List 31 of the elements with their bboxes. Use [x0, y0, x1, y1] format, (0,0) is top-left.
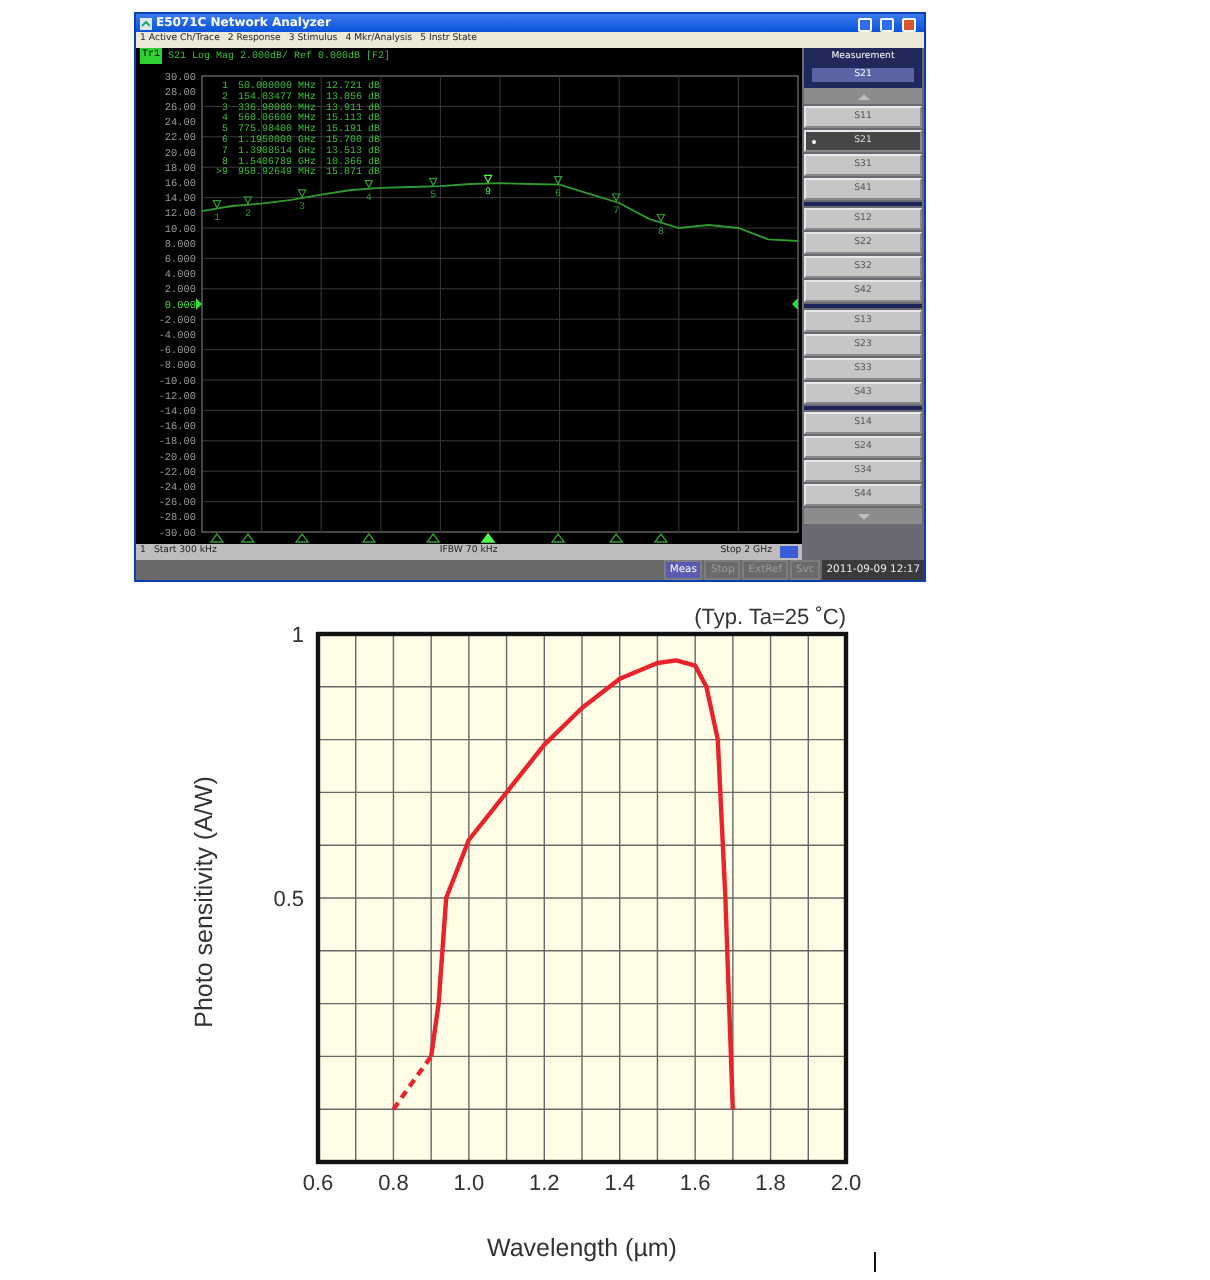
tick-label: 1.2 [529, 1172, 560, 1196]
up-arrow-icon [857, 93, 869, 99]
condition-note: (Typ. Ta=25 ˚C) [694, 606, 846, 630]
text-cursor [874, 1252, 876, 1272]
marker-symbol [212, 200, 222, 209]
tick-label: 0.6 [302, 1172, 334, 1196]
marker-symbol [656, 213, 666, 223]
marker-symbol [483, 174, 493, 184]
marker-symbol [297, 189, 307, 199]
tick-label: 1.8 [755, 1172, 786, 1196]
tick-label: 0.5 [273, 888, 304, 912]
reference-arrow-icon [196, 298, 202, 310]
marker-symbol [428, 177, 438, 187]
marker-symbol [243, 196, 253, 206]
tick-label: 1 [291, 624, 304, 648]
tick-label: 1.6 [679, 1172, 711, 1196]
reference-arrow-icon [792, 298, 798, 310]
axis-title: Photo sensitivity (A/W) [190, 776, 218, 1028]
close-button[interactable] [902, 17, 916, 31]
tick-label: 0.8 [378, 1172, 409, 1196]
marker-symbol [364, 180, 374, 189]
tick-label: 1.4 [604, 1172, 635, 1196]
tick-label: 2.0 [830, 1172, 862, 1196]
tick-label: 1.0 [453, 1172, 485, 1196]
marker-symbol [553, 176, 563, 185]
minimize-button[interactable] [858, 17, 872, 31]
app-icon [140, 17, 152, 29]
down-arrow-icon [857, 513, 869, 519]
axis-title: Wavelength (µm) [487, 1234, 677, 1262]
marker-symbol [611, 193, 621, 203]
maximize-button[interactable] [880, 17, 894, 31]
